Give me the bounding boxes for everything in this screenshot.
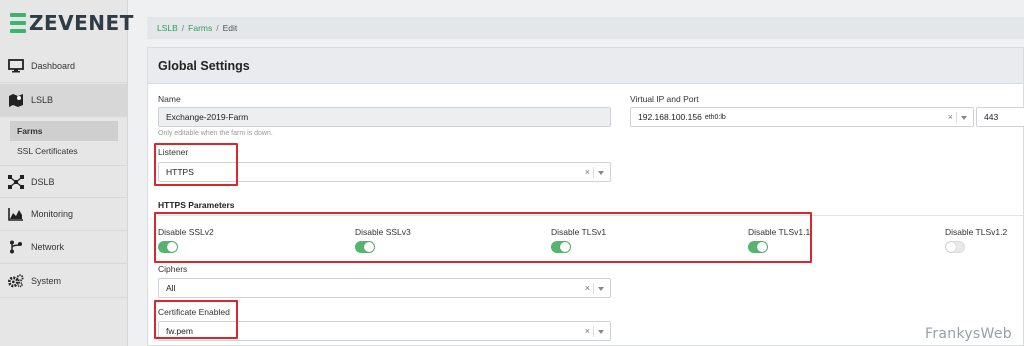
vip-label: Virtual IP and Port: [630, 94, 699, 104]
toggle-label-tlsv1: Disable TLSv1: [551, 227, 607, 237]
select-divider: [956, 112, 957, 123]
chevron-down-icon[interactable]: [598, 287, 604, 291]
monitor-icon: [8, 58, 24, 74]
sidebar-item-lslb[interactable]: LSLB: [0, 84, 128, 117]
clear-icon[interactable]: ×: [585, 283, 590, 293]
toggle-disable-tlsv1[interactable]: [551, 241, 571, 253]
toggle-disable-sslv2[interactable]: [158, 241, 178, 253]
sidebar-item-monitoring[interactable]: Monitoring: [0, 198, 128, 231]
sidebar-item-label: DSLB: [31, 176, 55, 187]
clear-icon[interactable]: ×: [585, 326, 590, 336]
name-label: Name: [158, 94, 181, 104]
breadcrumb: LSLB / Farms / Edit: [147, 17, 1024, 39]
ciphers-select[interactable]: All ×: [158, 278, 611, 298]
clear-icon[interactable]: ×: [585, 167, 590, 177]
listener-value: HTTPS: [166, 167, 194, 177]
sidebar-subitem-ssl-certificates[interactable]: SSL Certificates: [10, 141, 118, 161]
certificate-label: Certificate Enabled: [158, 307, 230, 317]
port-value: 443: [984, 112, 999, 122]
port-field[interactable]: 443: [976, 107, 1024, 127]
zevenet-logo[interactable]: ZEVENET: [10, 10, 134, 36]
sidebar-subitem-farms[interactable]: Farms: [10, 121, 118, 141]
card-header: Global Settings: [148, 48, 1023, 84]
breadcrumb-farms-link[interactable]: Farms: [188, 23, 212, 33]
toggle-label-sslv2: Disable SSLv2: [158, 227, 214, 237]
chevron-down-icon[interactable]: [598, 171, 604, 175]
toggle-disable-tlsv1-2[interactable]: [945, 241, 965, 253]
chevron-down-icon[interactable]: [598, 330, 604, 334]
vip-ip-value: 192.168.100.156: [638, 112, 702, 122]
name-help-text: Only editable when the farm is down.: [158, 130, 273, 137]
https-parameters-heading: HTTPS Parameters: [158, 200, 235, 210]
toggle-disable-sslv3[interactable]: [355, 241, 375, 253]
sidebar-item-label: Network: [31, 242, 65, 252]
branch-icon: [8, 239, 24, 255]
sidebar-item-label: Dashboard: [31, 61, 76, 71]
logo-mark-icon: [10, 13, 26, 33]
listener-label: Listener: [158, 147, 189, 157]
sidebar-item-label: Monitoring: [31, 209, 74, 219]
toggle-label-tlsv1-2: Disable TLSv1.2: [945, 227, 1008, 237]
listener-select[interactable]: HTTPS ×: [158, 162, 611, 182]
breadcrumb-separator: /: [181, 23, 185, 33]
global-settings-card: Global Settings Name Exchange-2019-Farm …: [147, 47, 1024, 346]
name-value: Exchange-2019-Farm: [166, 112, 249, 122]
page-title: Global Settings: [158, 58, 250, 73]
sidebar-item-dashboard[interactable]: Dashboard: [0, 50, 128, 83]
sidebar-item-system[interactable]: System: [0, 265, 128, 298]
network-nodes-icon: [8, 174, 24, 190]
chart-icon: [8, 206, 24, 222]
ciphers-label: Ciphers: [158, 264, 188, 274]
chevron-down-icon[interactable]: [961, 116, 967, 120]
sidebar: ZEVENET Dashboard LSLB Farms SSL Certifi…: [0, 0, 133, 346]
select-divider: [593, 167, 594, 178]
vip-select[interactable]: 192.168.100.156 eth0:lb ×: [630, 107, 974, 127]
breadcrumb-current: Edit: [222, 23, 238, 33]
breadcrumb-lslb-link[interactable]: LSLB: [157, 23, 178, 33]
sidebar-subitem-label: SSL Certificates: [17, 146, 78, 156]
toggle-label-sslv3: Disable SSLv3: [355, 227, 411, 237]
toggle-label-tlsv1-1: Disable TLSv1.1: [748, 227, 811, 237]
certificate-value: fw.pem: [166, 326, 193, 336]
sidebar-subitem-label: Farms: [17, 126, 43, 136]
toggle-disable-tlsv1-1[interactable]: [748, 241, 768, 253]
map-icon: [8, 92, 24, 108]
certificate-select[interactable]: fw.pem ×: [158, 321, 611, 341]
sidebar-item-label: System: [31, 276, 62, 286]
clear-icon[interactable]: ×: [948, 112, 953, 122]
divider: [158, 215, 1024, 216]
sidebar-item-dslb[interactable]: DSLB: [0, 165, 128, 198]
breadcrumb-separator: /: [216, 23, 219, 33]
name-field[interactable]: Exchange-2019-Farm: [158, 107, 611, 127]
select-divider: [593, 283, 594, 294]
sidebar-item-network[interactable]: Network: [0, 231, 128, 264]
logo-text: ZEVENET: [29, 11, 134, 35]
watermark-text: FrankysWeb: [925, 326, 1012, 342]
gears-icon: [8, 273, 24, 289]
ciphers-value: All: [166, 283, 176, 293]
sidebar-item-label: LSLB: [31, 95, 54, 105]
vip-iface-value: eth0:lb: [704, 113, 726, 121]
select-divider: [593, 326, 594, 337]
